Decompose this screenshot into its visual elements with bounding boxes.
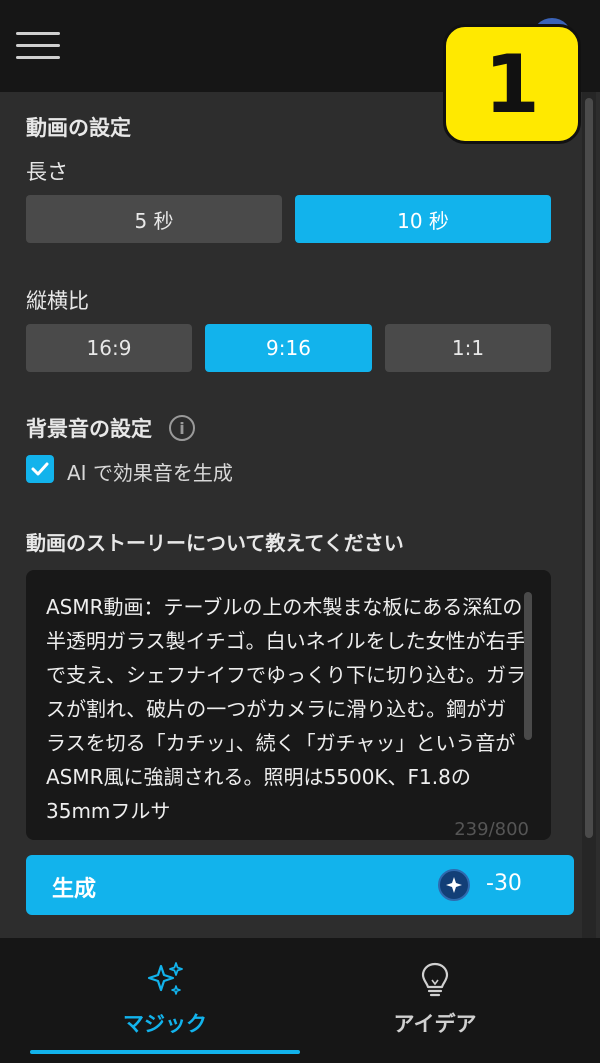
nav-label-magic: マジック: [123, 1012, 207, 1036]
credit-cost: -30: [486, 871, 522, 896]
scrollbar-thumb[interactable]: [585, 98, 593, 838]
info-icon[interactable]: i: [169, 415, 195, 441]
char-count: 239/800: [454, 819, 529, 840]
active-tab-indicator: [30, 1050, 300, 1054]
sfx-checkbox-label[interactable]: AI で効果音を生成: [67, 457, 233, 486]
aspect-16-9-button[interactable]: 16:9: [26, 324, 192, 372]
video-settings-title: 動画の設定: [26, 116, 131, 140]
bottom-nav: マジック アイデア: [0, 938, 600, 1063]
textarea-scrollbar[interactable]: [524, 592, 532, 740]
aspect-ratio-label: 縦横比: [26, 289, 89, 313]
generate-label: 生成: [52, 877, 97, 902]
nav-label-ideas: アイデア: [393, 1012, 477, 1036]
step-number-badge: 1: [443, 24, 581, 144]
story-textarea[interactable]: ASMR動画：テーブルの上の木製まな板にある深紅の半透明ガラス製イチゴ。白いネイ…: [26, 570, 551, 840]
lightbulb-icon: [285, 960, 585, 1000]
sparkles-icon: [15, 960, 315, 1000]
length-5s-button[interactable]: 5 秒: [26, 195, 282, 243]
nav-item-ideas[interactable]: アイデア: [285, 938, 585, 1063]
background-sound-title: 背景音の設定: [26, 417, 152, 441]
sfx-checkbox[interactable]: [26, 455, 54, 483]
story-title: 動画のストーリーについて教えてください: [26, 531, 404, 555]
length-10s-button[interactable]: 10 秒: [295, 195, 551, 243]
nav-item-magic[interactable]: マジック: [15, 938, 315, 1063]
length-label: 長さ: [26, 160, 68, 184]
menu-icon[interactable]: [16, 32, 60, 60]
aspect-9-16-button[interactable]: 9:16: [205, 324, 372, 372]
aspect-1-1-button[interactable]: 1:1: [385, 324, 551, 372]
sparkle-credit-icon: [438, 869, 470, 901]
checkmark-icon: [31, 462, 49, 476]
story-text[interactable]: ASMR動画：テーブルの上の木製まな板にある深紅の半透明ガラス製イチゴ。白いネイ…: [46, 590, 526, 828]
generate-button[interactable]: 生成 -30: [26, 855, 574, 915]
